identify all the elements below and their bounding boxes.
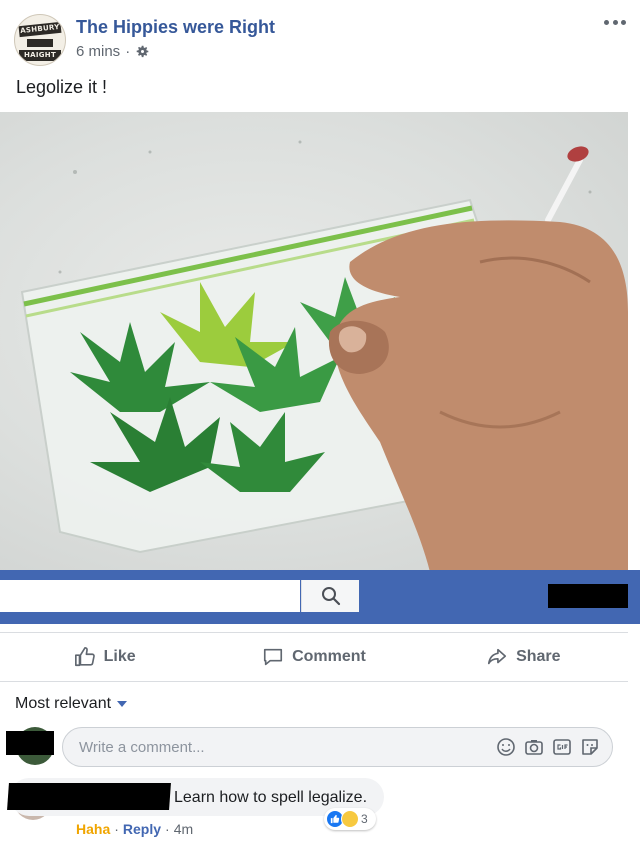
comment-actions: Haha · Reply · 4m <box>76 821 193 837</box>
camera-icon[interactable] <box>524 737 544 757</box>
comment-reactions[interactable]: 3 <box>324 808 376 830</box>
comment-button[interactable]: Comment <box>209 633 418 681</box>
reaction-count: 3 <box>361 812 368 826</box>
share-icon <box>488 648 507 665</box>
comment-sort-dropdown[interactable]: Most relevant <box>15 695 128 713</box>
caret-down-icon <box>117 701 128 707</box>
reply-link[interactable]: Reply <box>123 821 161 837</box>
haha-reaction-icon <box>341 810 359 828</box>
post-text: Legolize it ! <box>16 77 108 97</box>
post-actions: Like Comment Share <box>0 632 628 682</box>
sticker-icon[interactable] <box>580 737 600 757</box>
comment-icon <box>264 648 283 666</box>
comment-sort-label: Most relevant <box>15 695 112 712</box>
share-button[interactable]: Share <box>419 633 628 681</box>
avatar-sign-ashbury: ASHBURY <box>18 21 62 38</box>
post-meta: 6 mins · <box>76 43 150 60</box>
search-button[interactable] <box>301 580 359 612</box>
like-label: Like <box>103 648 136 665</box>
share-label: Share <box>516 648 561 665</box>
haha-reaction-link[interactable]: Haha <box>76 821 110 837</box>
page-name-link[interactable]: The Hippies were Right <box>76 17 275 38</box>
facebook-top-bar <box>0 570 640 624</box>
separator: · <box>165 821 170 837</box>
photo-illustration <box>20 140 628 572</box>
gif-icon[interactable] <box>552 737 572 757</box>
emoji-icon[interactable] <box>496 737 516 757</box>
redaction-block <box>7 783 171 810</box>
more-options-icon[interactable] <box>604 14 626 30</box>
avatar-sign-small <box>27 39 53 47</box>
page-avatar[interactable]: ASHBURY HAIGHT <box>14 14 66 66</box>
redaction-block <box>548 584 628 608</box>
avatar-sign-haight: HAIGHT <box>19 50 61 61</box>
comment-input[interactable] <box>79 738 496 756</box>
gear-icon <box>136 45 149 58</box>
comment-time[interactable]: 4m <box>174 821 193 837</box>
post-timestamp[interactable]: 6 mins <box>76 43 120 60</box>
composer-icons <box>496 737 612 757</box>
search-input[interactable] <box>0 580 300 612</box>
like-button[interactable]: Like <box>0 633 209 681</box>
meta-separator: · <box>125 43 131 60</box>
separator: · <box>114 821 119 837</box>
redaction-block <box>6 731 54 755</box>
comment-label: Comment <box>292 648 366 665</box>
comment-composer[interactable] <box>62 727 613 767</box>
search-icon <box>321 587 340 606</box>
comment-text: Learn how to spell legalize. <box>174 789 368 806</box>
thumbs-up-icon <box>74 647 95 667</box>
post-header: ASHBURY HAIGHT The Hippies were Right 6 … <box>0 0 640 72</box>
post-photo[interactable] <box>0 112 628 572</box>
